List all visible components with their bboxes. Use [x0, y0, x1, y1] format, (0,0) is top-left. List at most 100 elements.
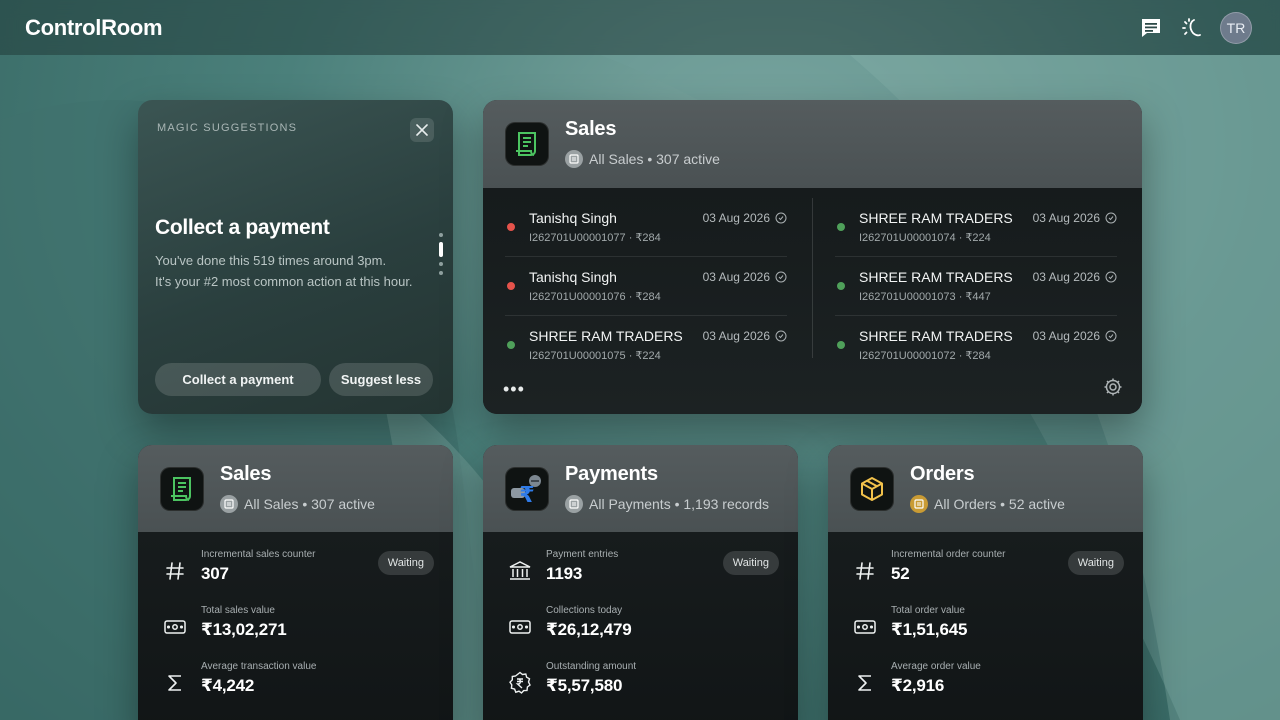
metric-value: 1193 [546, 564, 583, 583]
top-actions: TR [1140, 11, 1252, 44]
metric-label: Average transaction value [201, 661, 317, 672]
metric-value: ₹4,242 [201, 676, 255, 695]
metric-label: Outstanding amount [546, 661, 637, 672]
list-item[interactable]: SHREE RAM TRADERS I262701U00001075 · ₹22… [505, 316, 787, 375]
gear-icon [1104, 378, 1122, 396]
app-title: ControlRoom [25, 14, 163, 40]
sales-list-left: Tanishq Singh I262701U00001077 · ₹284 03… [505, 198, 787, 375]
chat-icon[interactable] [1140, 17, 1162, 39]
metric-row: Total sales value ₹13,02,271 [162, 605, 453, 660]
hash-icon [852, 558, 878, 584]
metric-row: Average order value ₹2,916 [852, 661, 1143, 716]
close-button[interactable] [410, 118, 434, 142]
settings-button[interactable] [1103, 377, 1123, 402]
metric-label: Total order value [891, 605, 965, 616]
orders-metrics-card: Orders All Orders • 52 active Waiting In… [828, 445, 1143, 720]
metric-row: Total order value ₹1,51,645 [852, 605, 1143, 660]
more-options-button[interactable]: ••• [503, 379, 525, 400]
card-title: Payments [565, 463, 658, 485]
metric-value: ₹1,51,645 [891, 620, 968, 639]
invoice-ref: I262701U00001073 · ₹447 [859, 291, 991, 303]
metric-value: ₹13,02,271 [201, 620, 287, 639]
receipt-icon [160, 467, 204, 511]
magic-suggestions-card: MAGIC SUGGESTIONS Collect a payment You'… [138, 100, 453, 414]
cash-icon [852, 614, 878, 640]
suggestion-desc-line-2: It's your #2 most common action at this … [155, 274, 413, 289]
suggest-less-button[interactable]: Suggest less [329, 363, 433, 396]
card-header[interactable]: ₹ Payments All Payments • 1,193 records [483, 445, 798, 532]
card-body: Waiting Incremental order counter 52 Tot… [828, 532, 1143, 720]
status-dot [837, 282, 845, 290]
metric-value: ₹26,12,479 [546, 620, 632, 639]
card-subtitle: All Orders • 52 active [934, 496, 1065, 512]
sales-list: Tanishq Singh I262701U00001077 · ₹284 03… [483, 188, 1142, 414]
check-circle-icon [1105, 330, 1117, 342]
close-icon [416, 124, 428, 136]
list-item[interactable]: Tanishq Singh I262701U00001076 · ₹284 03… [505, 257, 787, 316]
suggestion-actions: Collect a payment Suggest less [155, 363, 433, 396]
invoice-ref: I262701U00001075 · ₹224 [529, 350, 661, 362]
cash-icon [507, 614, 533, 640]
rupee-badge-icon [507, 670, 533, 696]
card-header[interactable]: Sales All Sales • 307 active [138, 445, 453, 532]
metric-row: Incremental order counter 52 [852, 549, 1143, 604]
avatar[interactable]: TR [1220, 11, 1252, 44]
suggestion-title: Collect a payment [155, 216, 330, 239]
sales-card: Sales All Sales • 307 active Tanishq Sin… [483, 100, 1142, 414]
sigma-icon [852, 670, 878, 696]
suggestion-description: You've done this 519 times around 3pm. I… [155, 250, 425, 292]
pager-dot[interactable] [439, 233, 443, 237]
status-dot [837, 223, 845, 231]
payments-metrics-card: ₹ Payments All Payments • 1,193 records … [483, 445, 798, 720]
invoice-ref: I262701U00001074 · ₹224 [859, 232, 991, 244]
txn-date: 03 Aug 2026 [1032, 329, 1100, 343]
card-subtitle: All Payments • 1,193 records [589, 496, 769, 512]
card-title: Sales [220, 463, 272, 485]
status-dot [507, 223, 515, 231]
check-circle-icon [1105, 271, 1117, 283]
invoice-ref: I262701U00001077 · ₹284 [529, 232, 661, 244]
metric-label: Collections today [546, 605, 623, 616]
svg-text:₹: ₹ [519, 483, 534, 507]
list-icon [565, 150, 583, 168]
pager-dot[interactable] [439, 262, 443, 266]
metric-label: Incremental order counter [891, 549, 1006, 560]
metric-row: Payment entries 1193 [507, 549, 798, 604]
suggestion-pager[interactable] [439, 233, 443, 275]
status-dot [507, 341, 515, 349]
metric-row: Collections today ₹26,12,479 [507, 605, 798, 660]
receipt-icon [505, 122, 549, 166]
invoice-ref: I262701U00001072 · ₹284 [859, 350, 991, 362]
list-item[interactable]: SHREE RAM TRADERS I262701U00001072 · ₹28… [835, 316, 1117, 375]
invoice-ref: I262701U00001076 · ₹284 [529, 291, 661, 303]
sales-card-header[interactable]: Sales All Sales • 307 active [483, 100, 1142, 188]
magic-wand-icon[interactable] [1180, 17, 1202, 39]
metric-value: 52 [891, 564, 910, 583]
txn-date: 03 Aug 2026 [1032, 270, 1100, 284]
list-icon [910, 495, 928, 513]
metric-label: Incremental sales counter [201, 549, 316, 560]
card-subtitle: All Sales • 307 active [244, 496, 375, 512]
txn-date: 03 Aug 2026 [702, 270, 770, 284]
card-header[interactable]: Orders All Orders • 52 active [828, 445, 1143, 532]
card-body: Waiting Payment entries 1193 Collections… [483, 532, 798, 720]
list-item[interactable]: SHREE RAM TRADERS I262701U00001073 · ₹44… [835, 257, 1117, 316]
cash-icon [162, 614, 188, 640]
box-icon [850, 467, 894, 511]
sales-card-title: Sales [565, 118, 617, 140]
metric-label: Average order value [891, 661, 981, 672]
collect-payment-button[interactable]: Collect a payment [155, 363, 321, 396]
status-dot [837, 341, 845, 349]
column-divider [812, 198, 813, 358]
list-item[interactable]: Tanishq Singh I262701U00001077 · ₹284 03… [505, 198, 787, 257]
metric-row: Incremental sales counter 307 [162, 549, 453, 604]
metric-value: ₹5,57,580 [546, 676, 623, 695]
metric-row: Outstanding amount ₹5,57,580 [507, 661, 798, 716]
pager-dot-active[interactable] [439, 242, 443, 257]
list-item[interactable]: SHREE RAM TRADERS I262701U00001074 · ₹22… [835, 198, 1117, 257]
metric-row: Average transaction value ₹4,242 [162, 661, 453, 716]
pager-dot[interactable] [439, 271, 443, 275]
suggestion-desc-line-1: You've done this 519 times around 3pm. [155, 253, 387, 268]
list-icon [565, 495, 583, 513]
sales-list-right: SHREE RAM TRADERS I262701U00001074 · ₹22… [835, 198, 1117, 375]
